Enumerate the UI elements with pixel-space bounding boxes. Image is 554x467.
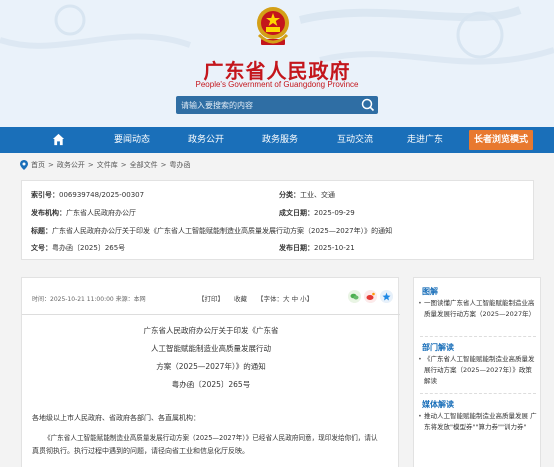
article-panel: 时间：2025-10-21 11:00:00 来源：本网 【打印】 收藏 【字体… xyxy=(21,277,400,467)
nav-item-open-gov[interactable]: 政务公开 xyxy=(184,127,228,153)
article-title-line-2: 人工智能赋能制造业高质量发展行动 xyxy=(151,344,271,353)
national-emblem-icon xyxy=(257,7,289,45)
info-category: 分类：工业、交通 xyxy=(279,191,335,199)
info-index: 索引号：006939748/2025-00307 xyxy=(31,191,145,199)
sidebar-divider xyxy=(420,336,536,337)
breadcrumb: 首页 > 政务公开 > 文件库 > 全部文件 > 粤办函 xyxy=(20,159,191,171)
breadcrumb-all-files[interactable]: 全部文件 xyxy=(130,160,158,170)
breadcrumb-current[interactable]: 粤办函 xyxy=(170,160,191,170)
breadcrumb-open-gov[interactable]: 政务公开 xyxy=(57,160,85,170)
article-salutation: 各地级以上市人民政府、省政府各部门、各直属机构： xyxy=(32,414,200,422)
nav-item-news[interactable]: 要闻动态 xyxy=(110,127,154,153)
article-divider xyxy=(22,314,400,315)
sidebar-link-graphic[interactable]: 一图读懂广东省人工智能赋能制造业高质量发展行动方案（2025—2027年） xyxy=(418,298,538,320)
qzone-share-icon[interactable] xyxy=(380,290,393,303)
breadcrumb-home[interactable]: 首页 xyxy=(31,160,45,170)
article-paragraph-1: 《广东省人工智能赋能制造业高质量发展行动方案（2025—2027年）》已经省人民… xyxy=(44,434,378,442)
favorite-button[interactable]: 收藏 xyxy=(234,293,247,303)
sidebar-link-dept[interactable]: 《广东省人工智能赋能制造业高质量发展行动方案（2025—2027年）》政策解读 xyxy=(418,354,538,387)
related-sidebar: 图解 一图读懂广东省人工智能赋能制造业高质量发展行动方案（2025—2027年）… xyxy=(413,277,541,467)
elder-mode-button[interactable]: 长者浏览模式 xyxy=(469,130,533,150)
search-icon[interactable] xyxy=(360,97,376,113)
article-doc-number: 粤办函〔2025〕265号 xyxy=(171,380,251,389)
main-nav: 要闻动态 政务公开 政务服务 互动交流 走进广东 长者浏览模式 xyxy=(0,127,554,153)
nav-item-guangdong[interactable]: 走进广东 xyxy=(403,127,447,153)
home-icon xyxy=(52,133,64,146)
site-subtitle: People's Government of Guangdong Provinc… xyxy=(195,80,359,89)
info-publish-date: 发布日期：2025-10-21 xyxy=(279,244,355,252)
nav-home[interactable] xyxy=(48,127,68,153)
weibo-share-icon[interactable] xyxy=(364,290,377,303)
wechat-share-icon[interactable] xyxy=(348,290,361,303)
info-written-date: 成文日期：2025-09-29 xyxy=(279,209,355,217)
search-input[interactable] xyxy=(176,96,356,114)
nav-item-interaction[interactable]: 互动交流 xyxy=(333,127,377,153)
print-button[interactable]: 【打印】 xyxy=(198,293,224,303)
breadcrumb-file-library[interactable]: 文件库 xyxy=(97,160,118,170)
article-title-line-3: 方案（2025—2027年）》的通知 xyxy=(156,362,266,371)
sidebar-link-media[interactable]: 推动人工智能赋能制造业高质量发展 广东将发放"模型券""算力券""训力券" xyxy=(418,411,538,433)
sidebar-section-graphic: 图解 xyxy=(422,287,438,296)
info-doc-number: 文号：粤办函〔2025〕265号 xyxy=(31,244,126,252)
article-meta: 时间：2025-10-21 11:00:00 来源：本网 xyxy=(32,296,146,303)
info-issuer: 发布机构：广东省人民政府办公厅 xyxy=(31,209,136,217)
sidebar-section-dept: 部门解读 xyxy=(422,343,454,352)
article-tools: 【打印】 收藏 【字体：大 中 小】 xyxy=(198,293,313,303)
article-title-line-1: 广东省人民政府办公厅关于印发《广东省 xyxy=(143,326,279,335)
location-pin-icon xyxy=(20,160,28,170)
sidebar-section-media: 媒体解读 xyxy=(422,400,454,409)
search-box xyxy=(176,96,378,114)
article-paragraph-1-cont: 真贯彻执行。执行过程中遇到的问题，请径向省工业和信息化厅反映。 xyxy=(32,447,249,455)
sidebar-divider xyxy=(420,393,536,394)
nav-item-services[interactable]: 政务服务 xyxy=(258,127,302,153)
site-header: 广东省人民政府 People's Government of Guangdong… xyxy=(0,0,554,127)
info-title: 标题：广东省人民政府办公厅关于印发《广东省人工智能赋能制造业高质量发展行动方案（… xyxy=(31,227,393,235)
font-size-control[interactable]: 【字体：大 中 小】 xyxy=(257,293,313,303)
document-info-box: 索引号：006939748/2025-00307 分类：工业、交通 发布机构：广… xyxy=(21,180,534,260)
